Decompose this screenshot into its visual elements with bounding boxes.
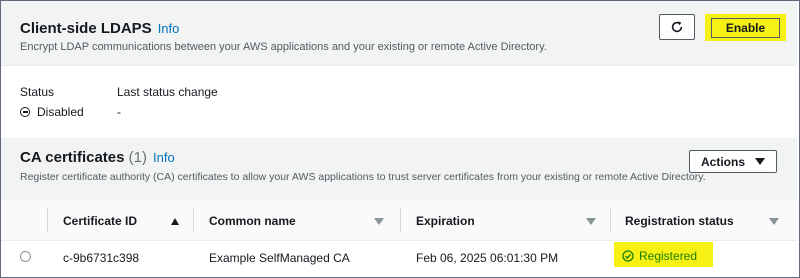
column-header-certificate-id[interactable]: Certificate ID xyxy=(63,214,137,228)
enable-button[interactable]: Enable xyxy=(711,18,780,38)
sort-icon[interactable] xyxy=(769,218,779,225)
column-separator xyxy=(193,208,194,232)
last-status-change-value: - xyxy=(117,105,121,119)
caret-down-icon xyxy=(755,158,765,165)
ca-certificates-title: CA certificates (1) Info xyxy=(20,149,175,166)
actions-label: Actions xyxy=(700,154,745,169)
row-select-radio[interactable] xyxy=(20,251,31,262)
status-value: Disabled xyxy=(20,105,84,119)
sort-ascending-icon[interactable] xyxy=(171,218,179,225)
ca-count: (1) xyxy=(128,149,148,166)
column-header-registration-status[interactable]: Registration status xyxy=(625,214,734,228)
ldaps-title: Client-side LDAPS Info xyxy=(20,20,179,37)
check-circle-icon xyxy=(622,250,634,262)
ldaps-title-text: Client-side LDAPS xyxy=(20,20,152,37)
actions-dropdown-button[interactable]: Actions xyxy=(689,150,777,173)
cell-common-name: Example SelfManaged CA xyxy=(209,251,350,265)
cell-expiration: Feb 06, 2025 06:01:30 PM xyxy=(416,251,559,265)
sort-icon[interactable] xyxy=(586,218,596,225)
cell-certificate-id: c-9b6731c398 xyxy=(63,251,140,265)
sort-icon[interactable] xyxy=(374,218,384,225)
column-header-expiration[interactable]: Expiration xyxy=(416,214,475,228)
column-separator xyxy=(610,208,611,232)
ldaps-info-link[interactable]: Info xyxy=(158,21,180,36)
column-separator xyxy=(400,208,401,232)
ca-description: Register certificate authority (CA) cert… xyxy=(20,171,706,183)
refresh-button[interactable] xyxy=(659,14,695,40)
registration-status-text: Registered xyxy=(639,249,698,263)
status-label: Status xyxy=(20,85,55,99)
registration-status-badge: Registered xyxy=(622,249,697,263)
ca-info-link[interactable]: Info xyxy=(153,150,175,165)
ca-certificates-header xyxy=(1,138,797,200)
ca-title-text: CA certificates xyxy=(20,149,125,166)
refresh-icon xyxy=(671,21,683,33)
column-header-common-name[interactable]: Common name xyxy=(209,214,296,228)
last-status-change-label: Last status change xyxy=(117,85,218,99)
ldaps-description: Encrypt LDAP communications between your… xyxy=(20,41,547,53)
column-separator xyxy=(47,208,48,232)
status-value-text: Disabled xyxy=(37,105,84,119)
disabled-icon xyxy=(20,107,30,117)
